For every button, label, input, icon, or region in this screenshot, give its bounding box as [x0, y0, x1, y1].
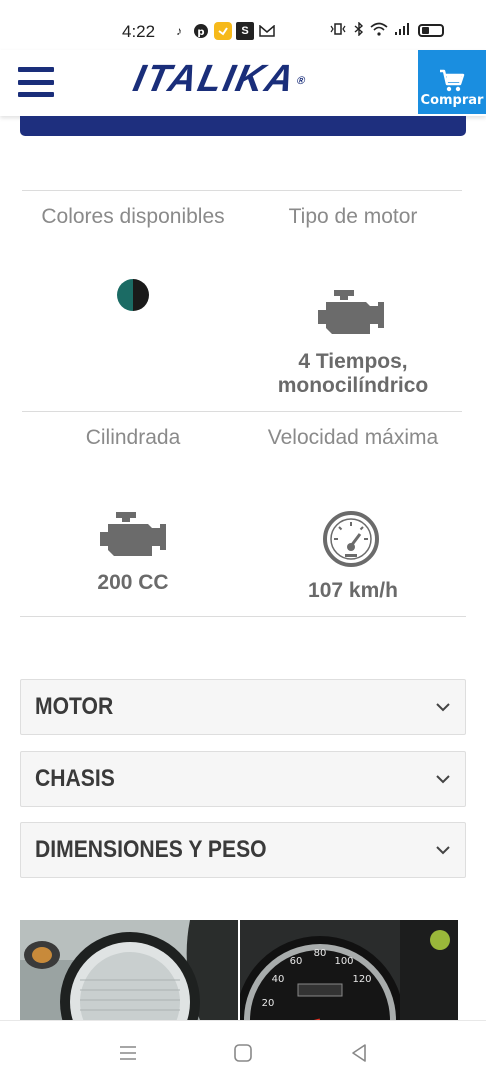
chevron-down-icon — [436, 703, 450, 712]
cart-label: Comprar — [420, 93, 484, 108]
tiktok-icon: ♪ — [176, 24, 182, 38]
app-screen: 4:22 ♪ p S ITALIKA® Comprar Colores disp… — [0, 0, 486, 1080]
accordion-dimensiones[interactable]: DIMENSIONES Y PESO — [20, 822, 466, 878]
pinterest-icon: p — [192, 22, 210, 40]
top-action-bar[interactable] — [20, 116, 466, 136]
recent-apps-icon[interactable] — [116, 1041, 140, 1065]
svg-text:40: 40 — [272, 974, 285, 985]
svg-text:p: p — [197, 27, 204, 38]
divider — [22, 190, 462, 191]
logo-text: ITALIKA — [129, 58, 300, 100]
engine-type-value-line1: 4 Tiempos, — [298, 350, 408, 373]
s-app-icon: S — [236, 22, 254, 40]
status-time: 4:22 — [122, 22, 156, 41]
engine-type-value-line2: monocilíndrico — [277, 374, 429, 397]
svg-text:80: 80 — [314, 948, 327, 959]
logo-registered-mark: ® — [295, 74, 309, 87]
gmail-icon — [258, 22, 276, 40]
app-notification-icon — [214, 22, 232, 40]
svg-text:20: 20 — [262, 998, 275, 1009]
colors-label: Colores disponibles — [41, 205, 225, 228]
battery-icon — [418, 24, 444, 37]
headlight-photo[interactable] — [20, 920, 238, 1020]
signal-icon — [394, 22, 412, 39]
notification-icons: ♪ p S — [170, 22, 276, 40]
vibrate-icon — [328, 22, 348, 39]
accordion-motor[interactable]: MOTOR — [20, 679, 466, 735]
top-speed-label: Velocidad máxima — [267, 426, 439, 449]
chevron-down-icon — [436, 846, 450, 855]
top-speed-value: 107 km/h — [308, 579, 398, 602]
cart-icon — [440, 69, 465, 92]
chevron-down-icon — [436, 775, 450, 784]
italika-logo[interactable]: ITALIKA® — [129, 58, 311, 101]
system-icons — [328, 21, 444, 39]
divider — [20, 616, 466, 617]
displacement-value: 200 CC — [97, 571, 169, 594]
speedometer-photo[interactable]: 20 40 60 80 100 120 — [240, 920, 458, 1020]
engine-icon — [318, 290, 384, 334]
speedometer-icon — [323, 511, 379, 567]
svg-text:100: 100 — [334, 956, 353, 967]
system-nav-bar — [0, 1020, 486, 1080]
engine-type-label: Tipo de motor — [288, 205, 418, 228]
accordion-title: DIMENSIONES Y PESO — [35, 836, 267, 863]
displacement-label: Cilindrada — [85, 426, 181, 449]
accordion-title: CHASIS — [35, 765, 115, 792]
svg-text:60: 60 — [290, 956, 303, 967]
back-icon[interactable] — [347, 1041, 371, 1065]
bluetooth-icon — [354, 21, 364, 39]
divider — [22, 411, 462, 412]
menu-icon[interactable] — [18, 67, 54, 97]
svg-text:120: 120 — [352, 974, 371, 985]
engine-icon — [100, 512, 166, 556]
wifi-icon — [370, 22, 388, 39]
site-header: ITALIKA® Comprar — [0, 50, 486, 116]
accordion-chasis[interactable]: CHASIS — [20, 751, 466, 807]
status-bar: 4:22 ♪ p S — [0, 0, 486, 50]
accordion-title: MOTOR — [35, 693, 114, 720]
color-swatch-green-black[interactable] — [117, 279, 149, 311]
buy-cart-button[interactable]: Comprar — [418, 50, 486, 114]
home-icon[interactable] — [231, 1041, 255, 1065]
